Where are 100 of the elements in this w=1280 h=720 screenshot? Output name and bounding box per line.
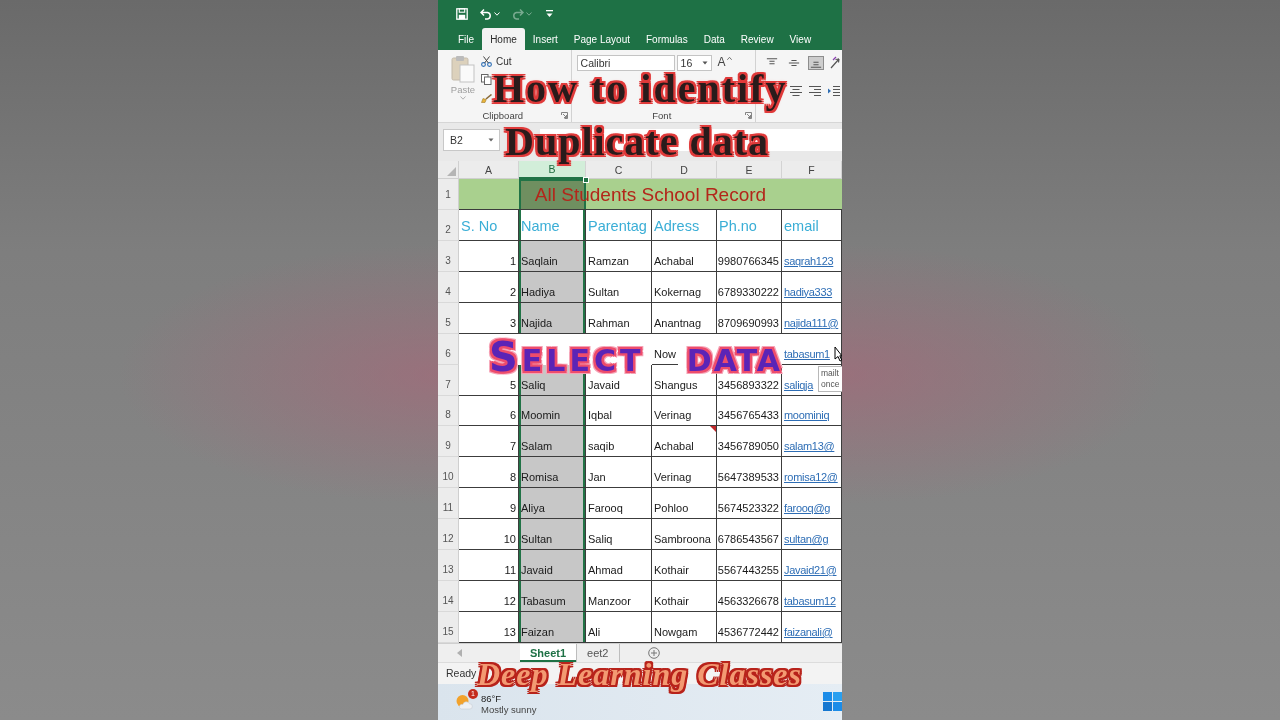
row-header[interactable]: 13 (438, 550, 459, 581)
table-cell[interactable]: Kothair (652, 580, 717, 612)
video-title-caption: How to identify (493, 69, 788, 109)
table-cell[interactable]: Faizan (519, 611, 586, 643)
font-name-field[interactable]: Calibri (576, 55, 675, 71)
table-cell[interactable]: Ahmad (586, 550, 652, 581)
table-cell[interactable]: Javaid (519, 550, 586, 581)
indent-icon[interactable] (827, 85, 841, 97)
row-header[interactable]: 8 (438, 395, 459, 427)
table-cell[interactable]: 4563326678 (717, 580, 782, 612)
clipboard-icon (451, 55, 475, 83)
sheet-tab[interactable]: eet2 (577, 643, 620, 662)
row-header[interactable]: 14 (438, 580, 459, 612)
font-size-field[interactable]: 16 (676, 55, 712, 71)
copy-icon[interactable] (481, 74, 492, 85)
row-header[interactable]: 11 (438, 488, 459, 520)
table-cell[interactable]: Moomin (519, 395, 586, 427)
caret-icon (701, 61, 708, 65)
row-header[interactable]: 10 (438, 457, 459, 489)
table-cell[interactable]: Manzoor (586, 580, 652, 612)
add-sheet-icon[interactable] (647, 646, 660, 659)
table-cell[interactable]: Ramzan (586, 241, 652, 272)
ribbon-tab[interactable]: Insert (524, 28, 566, 50)
table-cell[interactable]: Farooq (586, 488, 652, 520)
fill-handle[interactable] (583, 177, 589, 183)
table-cell[interactable]: 9980766345 (717, 241, 782, 272)
table-cell[interactable]: 3456765433 (717, 395, 782, 427)
ribbon-tab[interactable]: Home (482, 28, 525, 50)
text-orientation-icon[interactable] (830, 56, 842, 70)
table-cell[interactable]: Now (652, 333, 678, 365)
table-cell[interactable]: Sultan (519, 519, 586, 551)
align-bottom-icon[interactable] (808, 56, 824, 70)
table-cell[interactable]: Iqbal (586, 395, 652, 427)
table-cell[interactable]: 3456789050 (717, 426, 782, 458)
customize-icon[interactable] (546, 10, 553, 18)
table-cell[interactable]: Jan (586, 457, 652, 489)
table-cell[interactable]: saqib (586, 426, 652, 458)
table-cell[interactable]: Verinag (652, 457, 717, 489)
caret-icon (460, 96, 466, 100)
sheet-tab[interactable]: Sheet1 (520, 643, 578, 662)
table-cell[interactable]: Kokernag (652, 271, 717, 303)
table-cell[interactable]: Tabasum (519, 580, 586, 612)
caret-icon (488, 138, 494, 142)
cut-button[interactable]: Cut (481, 55, 512, 68)
row-header[interactable]: 7 (438, 364, 459, 396)
undo-icon[interactable] (480, 8, 492, 20)
ribbon-tab[interactable]: View (781, 28, 820, 50)
table-cell[interactable]: Romisa (519, 457, 586, 489)
table-cell[interactable]: Najida (519, 302, 586, 334)
grow-font-button[interactable]: A (717, 55, 732, 71)
table-cell[interactable]: Ali (586, 611, 652, 643)
align-center-icon[interactable] (789, 85, 803, 97)
start-icon[interactable] (823, 692, 842, 712)
dialog-launcher-icon[interactable] (745, 111, 752, 119)
table-cell[interactable]: 5674523322 (717, 488, 782, 520)
table-cell[interactable]: Salam (519, 426, 586, 458)
tooltip-text: once (821, 379, 840, 390)
table-cell[interactable]: 8709690993 (717, 302, 782, 334)
caret-icon[interactable] (494, 12, 500, 16)
weather-icon[interactable] (455, 692, 473, 711)
row-header[interactable]: 2 (438, 210, 459, 241)
temperature-text: 86°F (481, 692, 503, 704)
row-header[interactable]: 9 (438, 426, 459, 458)
table-cell[interactable]: Verinag (652, 395, 717, 427)
table-cell[interactable]: 6789330222 (717, 271, 782, 303)
row-header[interactable]: 1 (438, 179, 459, 210)
ribbon-tab[interactable]: File (450, 28, 483, 50)
ribbon-tab[interactable]: Page Layout (565, 28, 638, 50)
row-header[interactable]: 12 (438, 519, 459, 551)
save-icon[interactable] (456, 8, 468, 20)
row-header[interactable]: 5 (438, 302, 459, 334)
row-header[interactable]: 4 (438, 271, 459, 303)
table-cell[interactable]: Achabal (652, 241, 717, 272)
table-cell[interactable]: 5647389533 (717, 457, 782, 489)
ribbon-tab[interactable]: Formulas (638, 28, 696, 50)
table-cell[interactable]: Sultan (586, 271, 652, 303)
table-cell[interactable]: Aliya (519, 488, 586, 520)
table-cell[interactable]: Rahman (586, 302, 652, 334)
name-box[interactable]: B2 (443, 129, 500, 151)
ribbon-tab[interactable]: Review (732, 28, 782, 50)
table-cell[interactable]: Nowgam (652, 611, 717, 643)
table-cell[interactable]: Sambroona (652, 519, 717, 551)
scissors-icon (481, 56, 492, 67)
table-cell[interactable]: Kothair (652, 550, 717, 581)
table-cell[interactable]: 5567443255 (717, 550, 782, 581)
paintbrush-icon[interactable] (481, 94, 492, 103)
table-cell[interactable]: 4536772442 (717, 611, 782, 643)
table-cell[interactable]: 6786543567 (717, 519, 782, 551)
ribbon-tab[interactable]: Data (695, 28, 733, 50)
row-header[interactable]: 6 (438, 333, 459, 365)
align-right-icon[interactable] (808, 85, 822, 97)
table-cell[interactable]: Pohloo (652, 488, 717, 520)
table-cell[interactable]: Hadiya (519, 271, 586, 303)
table-cell[interactable]: Saliq (586, 519, 652, 551)
comment-marker-icon[interactable] (710, 426, 716, 433)
table-cell[interactable]: Anantnag (652, 302, 717, 334)
dialog-launcher-icon[interactable] (560, 111, 568, 119)
row-header[interactable]: 15 (438, 611, 459, 643)
row-header[interactable]: 3 (438, 241, 459, 272)
table-cell[interactable]: Saqlain (519, 241, 586, 272)
